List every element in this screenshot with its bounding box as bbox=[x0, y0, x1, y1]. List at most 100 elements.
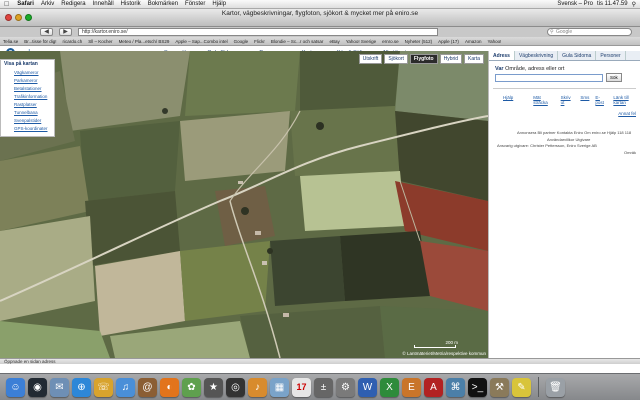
back-button[interactable]: ◀ bbox=[40, 28, 53, 36]
word-icon[interactable]: W bbox=[358, 377, 377, 397]
calculator-icon[interactable]: ± bbox=[314, 377, 333, 397]
network-icon[interactable]: ⌘ bbox=[446, 377, 465, 397]
utility-icon[interactable]: ⚒ bbox=[490, 377, 509, 397]
finder-icon[interactable]: ☺ bbox=[6, 377, 25, 397]
aerial-map[interactable]: Utskrift Sjökort Flygfoto Hybrid Karta V… bbox=[0, 51, 488, 358]
menu-item-innehall[interactable]: Innehåll bbox=[93, 1, 114, 7]
menu-item-bokmarken[interactable]: Bokmärken bbox=[148, 1, 178, 7]
menu-item-arkiv[interactable]: Arkiv bbox=[41, 1, 54, 7]
panel-tab-gula-sidorna[interactable]: Gula Sidorna bbox=[558, 51, 597, 60]
dock-separator bbox=[538, 377, 539, 397]
bookmark-item[interactable]: Apple – Sap...Combo intel bbox=[175, 39, 227, 44]
layer-item[interactable]: Svenpalstider bbox=[1, 118, 54, 123]
garageband-icon[interactable]: ♪ bbox=[248, 377, 267, 397]
footer-line: Annonsera Bli partner Kontakta Eniro Om … bbox=[517, 130, 632, 135]
panel-tab-vagbeskrivning[interactable]: Vägbeskrivning bbox=[515, 51, 559, 60]
address-bar[interactable]: http://kartor.eniro.se/ bbox=[78, 28, 438, 36]
window-title: Kartor, vägbeskrivningar, flygfoton, sjö… bbox=[221, 10, 419, 17]
layer-item[interactable]: Tunnelbana bbox=[1, 110, 54, 115]
search-button[interactable]: Sök bbox=[606, 73, 622, 82]
address-input[interactable] bbox=[495, 73, 603, 82]
stickies-icon[interactable]: ✎ bbox=[512, 377, 531, 397]
bookmark-item[interactable]: ricardo.ch bbox=[63, 39, 83, 44]
bookmark-item[interactable]: Nyheter (512) bbox=[405, 39, 433, 44]
panel-tab-personer[interactable]: Personer bbox=[596, 51, 626, 60]
map-tab-utskrift[interactable]: Utskrift bbox=[358, 54, 383, 64]
menu-item-safari[interactable]: Safari bbox=[17, 1, 34, 7]
spotlight-icon[interactable]: ⚲ bbox=[632, 1, 636, 8]
panel-tab-adress[interactable]: Adress bbox=[489, 51, 515, 60]
firefox-icon[interactable]: ◐ bbox=[160, 377, 179, 397]
bookmark-item[interactable]: Meteo / Pla...etsch/ BS29 bbox=[119, 39, 170, 44]
bookmark-item[interactable]: eBay bbox=[329, 39, 339, 44]
imovie-icon[interactable]: ★ bbox=[204, 377, 223, 397]
bookmark-item[interactable]: Flickr bbox=[254, 39, 265, 44]
sms-link[interactable]: Sms bbox=[580, 95, 589, 105]
safari-icon[interactable]: ⊕ bbox=[72, 377, 91, 397]
ichat-icon[interactable]: ☏ bbox=[94, 377, 113, 397]
search-icon: ⚲ bbox=[550, 29, 554, 35]
bookmark-item[interactable]: Google bbox=[234, 39, 249, 44]
bookmark-item[interactable]: Blondie – Sc...r och satsar bbox=[271, 39, 324, 44]
input-language-menu[interactable]: Svensk – Pro bbox=[557, 1, 593, 7]
bookmark-item[interactable]: Yahoo! bbox=[487, 39, 501, 44]
menu-item-redigera[interactable]: Redigera bbox=[61, 1, 85, 7]
dashboard-icon[interactable]: ◉ bbox=[28, 377, 47, 397]
bookmark-item[interactable]: ernro.se bbox=[382, 39, 399, 44]
dock: ☺ ◉ ✉ ⊕ ☏ ♫ @ ◐ ✿ ★ ◎ ♪ ▦ 17 ± ⚙ W X E A ⌘ >_ ⚒ ✎ 🗑 bbox=[0, 373, 640, 400]
print-link[interactable]: Skriv ut bbox=[561, 95, 575, 105]
map-tab-hybrid[interactable]: Hybrid bbox=[439, 54, 463, 64]
divider bbox=[493, 88, 636, 89]
menubar-clock[interactable]: tis 11.47.59 bbox=[597, 1, 628, 7]
measure-link[interactable]: Mät sträcka bbox=[533, 95, 554, 105]
menu-item-hjalp[interactable]: Hjälp bbox=[212, 1, 226, 7]
itunes-icon[interactable]: ♫ bbox=[116, 377, 135, 397]
excel-icon[interactable]: X bbox=[380, 377, 399, 397]
email-link[interactable]: E-post bbox=[595, 95, 607, 105]
menu-item-fonster[interactable]: Fönster bbox=[185, 1, 205, 7]
footer-line: Omräk bbox=[624, 149, 636, 155]
forward-button[interactable]: ▶ bbox=[59, 28, 72, 36]
search-panel: Adress Vägbeskrivning Gula Sidorna Perso… bbox=[488, 51, 640, 358]
map-link[interactable]: Länk till kartan bbox=[613, 95, 640, 105]
layer-item[interactable]: Rastplatser bbox=[1, 102, 54, 107]
ical-icon[interactable]: 17 bbox=[292, 377, 311, 397]
mail-icon[interactable]: ✉ bbox=[50, 377, 69, 397]
idvd-icon[interactable]: ◎ bbox=[226, 377, 245, 397]
status-bar: Öppnade en sidan adress bbox=[0, 358, 640, 364]
map-tab-karta[interactable]: Karta bbox=[464, 54, 484, 64]
layer-item[interactable]: Vägkameror bbox=[1, 70, 54, 75]
footer-text: Annonsera Bli partner Kontakta Eniro Om … bbox=[489, 130, 640, 156]
bookmark-item[interactable]: Telia.se bbox=[3, 39, 18, 44]
map-copyright: © Lantmäteriet/Metria/respektive kommun bbox=[402, 351, 486, 356]
layer-item[interactable]: Betalstationer bbox=[1, 86, 54, 91]
apple-menu-icon[interactable]:  bbox=[4, 1, 9, 8]
bookmark-item[interactable]: Apple (17) bbox=[438, 39, 459, 44]
search-field[interactable]: ⚲ Google bbox=[547, 28, 632, 36]
map-tab-flygfoto[interactable]: Flygfoto bbox=[409, 54, 438, 64]
layers-title: Visa på kartan bbox=[4, 61, 38, 67]
menu-item-historik[interactable]: Historik bbox=[121, 1, 141, 7]
map-tab-sjokort[interactable]: Sjökort bbox=[384, 54, 408, 64]
help-link[interactable]: Hjälp bbox=[503, 95, 513, 105]
preview-icon[interactable]: ▦ bbox=[270, 377, 289, 397]
photo-icon[interactable]: ✿ bbox=[182, 377, 201, 397]
entourage-icon[interactable]: E bbox=[402, 377, 421, 397]
address-book-icon[interactable]: @ bbox=[138, 377, 157, 397]
acrobat-icon[interactable]: A bbox=[424, 377, 443, 397]
bookmark-item[interactable]: Yahoo! Sverige bbox=[346, 39, 376, 44]
bookmark-item[interactable]: Br...tisse för dig! bbox=[24, 39, 56, 44]
report-error-link[interactable]: Annat fel bbox=[489, 111, 636, 116]
window-titlebar[interactable]: Kartor, vägbeskrivningar, flygfoton, sjö… bbox=[0, 9, 640, 27]
layer-item[interactable]: Parkameror bbox=[1, 78, 54, 83]
terminal-icon[interactable]: >_ bbox=[468, 377, 487, 397]
query-label-text: Område, adress eller ort bbox=[505, 66, 565, 72]
bookmark-item[interactable]: Sll – Kocher bbox=[88, 39, 112, 44]
preferences-icon[interactable]: ⚙ bbox=[336, 377, 355, 397]
layer-item[interactable]: Trafikinformation bbox=[1, 94, 54, 99]
aerial-photo bbox=[0, 51, 488, 358]
trash-icon[interactable]: 🗑 bbox=[546, 377, 565, 397]
map-view-tabs: Utskrift Sjökort Flygfoto Hybrid Karta bbox=[358, 54, 484, 64]
bookmark-item[interactable]: Amazon bbox=[465, 39, 482, 44]
layer-item[interactable]: GPS-koordinater bbox=[1, 126, 54, 131]
